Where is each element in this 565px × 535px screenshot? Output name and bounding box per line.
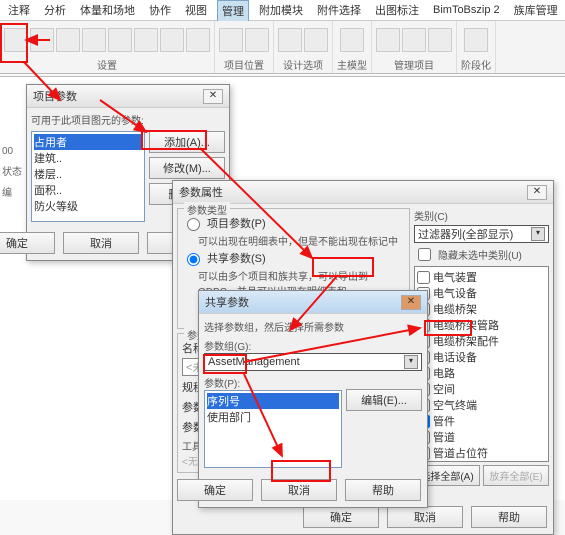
list-item[interactable]: 建筑..: [34, 150, 142, 166]
ok-button[interactable]: 确定: [0, 232, 55, 254]
unselect-all-button: 放弃全部(E): [483, 465, 549, 486]
cat-item[interactable]: 电气设备: [417, 285, 546, 301]
ok-button[interactable]: 确定: [303, 506, 379, 528]
close-icon[interactable]: ✕: [203, 89, 223, 104]
cat-item[interactable]: 电路: [417, 365, 546, 381]
ribbon-tabstrip[interactable]: 注释 分析 体量和场地 协作 视图 管理 附加模块 附件选择 出图标注 BimT…: [0, 0, 565, 21]
close-icon[interactable]: ✕: [401, 295, 421, 310]
ribbon-group-label: 管理项目: [394, 57, 434, 72]
tab[interactable]: 体量和场地: [76, 0, 139, 20]
ribbon-icon[interactable]: [340, 28, 364, 52]
ribbon-group-label: 设置: [97, 57, 117, 72]
tab[interactable]: 附件选择: [313, 0, 365, 20]
ribbon-icon[interactable]: [219, 28, 243, 52]
tab[interactable]: 协作: [145, 0, 175, 20]
ribbon-icon[interactable]: [245, 28, 269, 52]
ribbon-group-label: 项目位置: [224, 57, 264, 72]
close-icon[interactable]: ✕: [527, 185, 547, 200]
chevron-down-icon: ▾: [531, 227, 545, 241]
add-button[interactable]: 添加(A)...: [149, 131, 225, 153]
cancel-button[interactable]: 取消: [261, 479, 337, 501]
cat-item[interactable]: 管道系统: [417, 461, 546, 462]
list-item[interactable]: 使用部门: [207, 409, 339, 425]
cat-item[interactable]: 电缆桥架管路: [417, 317, 546, 333]
tab[interactable]: 族库管理: [510, 0, 562, 20]
list-item[interactable]: 防火等级: [34, 198, 142, 214]
tab[interactable]: BimToBszip 2: [429, 2, 504, 18]
list-item[interactable]: 占用者: [34, 134, 142, 150]
ribbon-icon[interactable]: [56, 28, 80, 52]
ribbon-group-label: 主模型: [337, 57, 367, 72]
ribbon-icon[interactable]: [108, 28, 132, 52]
ribbon-icon[interactable]: [402, 28, 426, 52]
cat-item[interactable]: 管道占位符: [417, 445, 546, 461]
shared-params-dialog: 共享参数✕ 选择参数组，然后选择所需参数 参数组(G): AssetManage…: [198, 290, 428, 508]
ribbon-icon[interactable]: [278, 28, 302, 52]
category-tree[interactable]: 电气装置 电气设备 电缆桥架 电缆桥架管路 电缆桥架配件 电话设备 电路 空间 …: [414, 266, 549, 462]
ribbon-icon[interactable]: [160, 28, 184, 52]
group-title: 参数类型: [184, 202, 230, 217]
ribbon-icon[interactable]: [464, 28, 488, 52]
side-panel: 00状态编: [2, 140, 22, 205]
cat-item[interactable]: 电气装置: [417, 269, 546, 285]
ribbon-icon[interactable]: [428, 28, 452, 52]
tab[interactable]: 出图标注: [371, 0, 423, 20]
dialog-title: 项目参数: [33, 88, 77, 104]
tab[interactable]: 视图: [181, 0, 211, 20]
cat-item[interactable]: 电话设备: [417, 349, 546, 365]
help-button[interactable]: 帮助: [471, 506, 547, 528]
cat-item[interactable]: 空气终端: [417, 397, 546, 413]
cancel-button[interactable]: 取消: [63, 232, 139, 254]
hide-unchecked-checkbox[interactable]: 隐藏未选中类别(U): [414, 245, 549, 264]
tab-active[interactable]: 管理: [217, 0, 249, 21]
ribbon-group-label: 设计选项: [283, 57, 323, 72]
shared-params-listbox[interactable]: 序列号 使用部门: [204, 390, 342, 468]
ribbon-icon[interactable]: [186, 28, 210, 52]
cancel-button[interactable]: 取消: [387, 506, 463, 528]
list-item[interactable]: 面积..: [34, 182, 142, 198]
param-group-combo[interactable]: AssetManagement▾: [204, 353, 422, 371]
dialog-title: 参数属性: [179, 184, 223, 200]
ok-button[interactable]: 确定: [177, 479, 253, 501]
cat-item[interactable]: 空间: [417, 381, 546, 397]
modify-button[interactable]: 修改(M)...: [149, 157, 225, 179]
ribbon: 设置 项目位置 设计选项 主模型 管理项目 阶段化: [0, 21, 565, 74]
filter-combo[interactable]: 过滤器列(全部显示)▾: [414, 225, 549, 243]
project-param-radio[interactable]: 项目参数(P): [182, 215, 405, 231]
project-params-button[interactable]: [4, 28, 28, 52]
hint-text: 可用于此项目图元的参数:: [31, 112, 225, 127]
ribbon-icon[interactable]: [304, 28, 328, 52]
cat-item[interactable]: 管道: [417, 429, 546, 445]
tab[interactable]: 注释: [4, 0, 34, 20]
cat-item-checked[interactable]: 管件: [417, 413, 546, 429]
list-item[interactable]: 楼层..: [34, 166, 142, 182]
ribbon-icon[interactable]: [30, 28, 54, 52]
ribbon-icon[interactable]: [376, 28, 400, 52]
dialog-title: 共享参数: [205, 294, 249, 310]
list-item[interactable]: 序列号: [207, 393, 339, 409]
edit-button[interactable]: 编辑(E)...: [346, 389, 422, 411]
ribbon-icon[interactable]: [134, 28, 158, 52]
tab[interactable]: 附加模块: [255, 0, 307, 20]
shared-param-radio[interactable]: 共享参数(S): [182, 250, 405, 266]
cat-item[interactable]: 电缆桥架: [417, 301, 546, 317]
chevron-down-icon: ▾: [404, 355, 418, 369]
help-button[interactable]: 帮助: [345, 479, 421, 501]
ribbon-icon[interactable]: [82, 28, 106, 52]
params-listbox[interactable]: 占用者 建筑.. 楼层.. 面积.. 防火等级: [31, 131, 145, 222]
cat-item[interactable]: 电缆桥架配件: [417, 333, 546, 349]
ribbon-group-label: 阶段化: [461, 57, 491, 72]
tab[interactable]: 分析: [40, 0, 70, 20]
